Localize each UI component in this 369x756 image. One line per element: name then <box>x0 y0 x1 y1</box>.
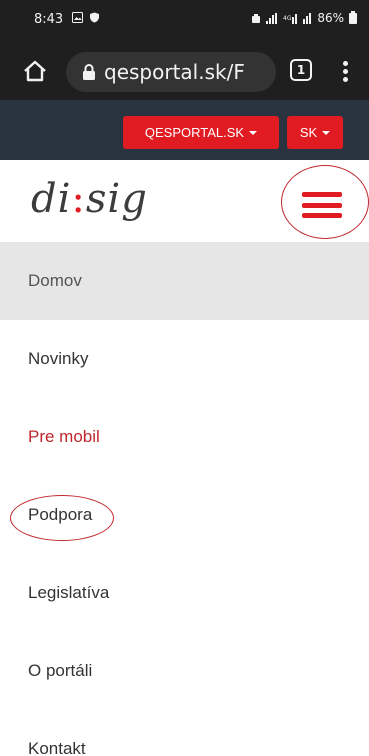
menu-item-pre-mobil[interactable]: Pre mobil <box>0 398 369 476</box>
battery-icon <box>349 10 357 24</box>
gallery-icon <box>72 12 83 23</box>
portal-dropdown-label: QESPORTAL.SK <box>144 125 245 140</box>
caret-down-icon <box>322 130 331 135</box>
svg-text:4G: 4G <box>283 15 292 22</box>
lock-icon <box>83 64 95 80</box>
menu-item-legislativa[interactable]: Legislatíva <box>0 554 369 632</box>
disig-logo[interactable]: di:sig <box>31 176 148 222</box>
overflow-menu-icon[interactable] <box>337 57 353 85</box>
status-system-icons: 4G 86% <box>251 10 357 25</box>
status-notification-icons <box>72 12 100 23</box>
annotation-circle <box>281 165 369 239</box>
portal-dropdown-button[interactable]: QESPORTAL.SK <box>123 116 279 149</box>
network-4g-icon: 4G <box>283 13 298 24</box>
menu-item-kontakt[interactable]: Kontakt <box>0 710 369 756</box>
site-top-bar: QESPORTAL.SK SK <box>0 100 369 160</box>
annotation-circle <box>10 495 114 541</box>
url-bar[interactable]: qesportal.sk/F <box>66 52 276 92</box>
url-text: qesportal.sk/F <box>104 60 245 84</box>
menu-item-novinky[interactable]: Novinky <box>0 320 369 398</box>
menu-item-o-portali[interactable]: O portáli <box>0 632 369 710</box>
shield-icon <box>90 12 99 23</box>
language-dropdown-button[interactable]: SK <box>287 116 343 149</box>
tab-switcher-button[interactable]: 1 <box>290 59 312 81</box>
browser-toolbar: qesportal.sk/F 1 <box>0 44 369 100</box>
alarm-icon <box>252 13 261 23</box>
language-dropdown-label: SK <box>299 125 318 140</box>
menu-item-domov[interactable]: Domov <box>0 242 369 320</box>
status-time: 8:43 <box>34 12 64 27</box>
battery-percent: 86% <box>317 11 344 25</box>
status-bar: 8:43 4G 86% <box>0 0 369 44</box>
signal-icon <box>266 12 278 24</box>
home-icon[interactable] <box>22 58 48 84</box>
signal-icon-2 <box>303 12 312 24</box>
caret-down-icon <box>249 130 258 135</box>
